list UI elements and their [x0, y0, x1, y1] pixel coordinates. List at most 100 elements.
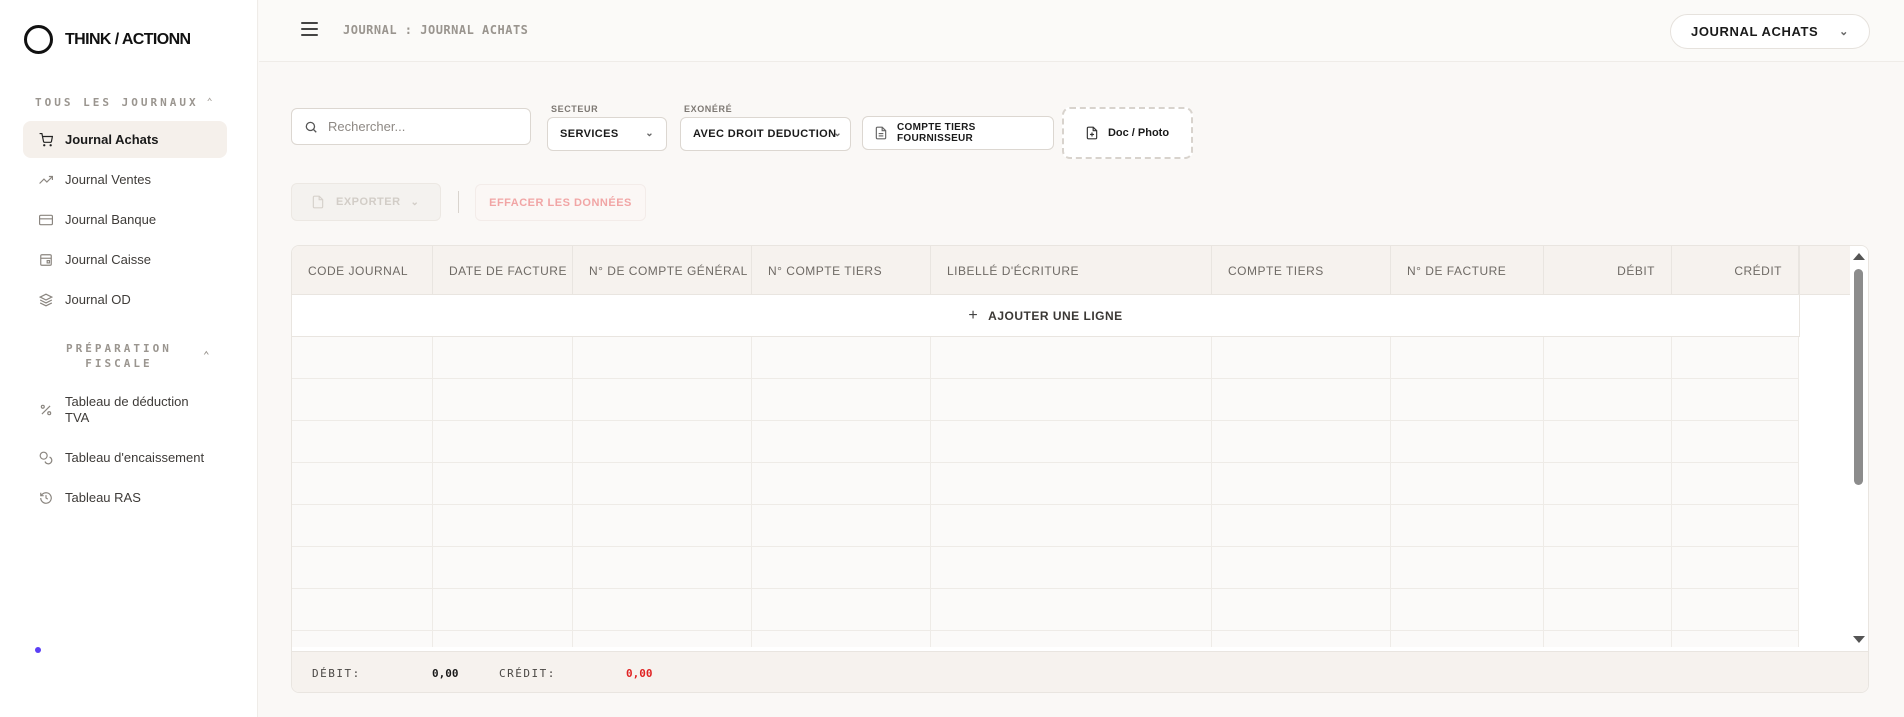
table-cell[interactable] [1391, 379, 1544, 421]
table-cell[interactable] [1391, 421, 1544, 463]
table-cell[interactable] [573, 463, 752, 505]
table-cell[interactable] [573, 589, 752, 631]
table-cell[interactable] [931, 547, 1212, 589]
column-header-date-facture[interactable]: DATE DE FACTURE [433, 246, 573, 295]
table-cell[interactable] [931, 463, 1212, 505]
table-cell[interactable] [1544, 463, 1672, 505]
table-cell[interactable] [1212, 463, 1391, 505]
table-cell[interactable] [1672, 631, 1799, 647]
table-cell[interactable] [292, 463, 433, 505]
table-cell[interactable] [433, 505, 573, 547]
table-cell[interactable] [931, 379, 1212, 421]
table-cell[interactable] [292, 547, 433, 589]
table-cell[interactable] [752, 631, 931, 647]
table-cell[interactable] [1672, 505, 1799, 547]
table-cell[interactable] [1672, 547, 1799, 589]
table-cell[interactable] [752, 589, 931, 631]
table-cell[interactable] [292, 337, 433, 379]
sidebar-item-journal-ventes[interactable]: Journal Ventes [23, 161, 227, 198]
table-cell[interactable] [752, 337, 931, 379]
table-cell[interactable] [931, 337, 1212, 379]
table-cell[interactable] [1391, 505, 1544, 547]
section-all-journals[interactable]: TOUS LES JOURNAUX ⌃ [35, 96, 213, 109]
column-header-compte-general[interactable]: N° DE COMPTE GÉNÉRAL [573, 246, 752, 295]
table-cell[interactable] [573, 421, 752, 463]
column-header-compte-tiers-num[interactable]: N° COMPTE TIERS [752, 246, 931, 295]
table-cell[interactable] [1544, 505, 1672, 547]
sidebar-item-tableau-ras[interactable]: Tableau RAS [23, 479, 227, 516]
table-cell[interactable] [1544, 589, 1672, 631]
table-cell[interactable] [1544, 631, 1672, 647]
table-cell[interactable] [433, 421, 573, 463]
sidebar-item-tableau-encaissement[interactable]: Tableau d'encaissement [23, 439, 227, 476]
table-cell[interactable] [573, 379, 752, 421]
table-cell[interactable] [1212, 337, 1391, 379]
table-cell[interactable] [1212, 547, 1391, 589]
table-cell[interactable] [573, 337, 752, 379]
table-cell[interactable] [433, 337, 573, 379]
clear-data-button[interactable]: EFFACER LES DONNÉES [475, 184, 646, 221]
column-header-num-facture[interactable]: N° DE FACTURE [1391, 246, 1544, 295]
table-cell[interactable] [292, 379, 433, 421]
table-cell[interactable] [573, 631, 752, 647]
table-cell[interactable] [1212, 421, 1391, 463]
doc-photo-button[interactable]: Doc / Photo [1062, 107, 1193, 159]
table-cell[interactable] [1212, 589, 1391, 631]
table-cell[interactable] [1544, 547, 1672, 589]
table-cell[interactable] [292, 421, 433, 463]
table-cell[interactable] [292, 505, 433, 547]
table-cell[interactable] [1544, 379, 1672, 421]
table-cell[interactable] [752, 505, 931, 547]
table-cell[interactable] [292, 589, 433, 631]
journal-select[interactable]: JOURNAL ACHATS ⌄ [1670, 14, 1870, 49]
column-header-compte-tiers[interactable]: COMPTE TIERS [1212, 246, 1391, 295]
table-cell[interactable] [752, 379, 931, 421]
table-cell[interactable] [1391, 589, 1544, 631]
table-cell[interactable] [573, 505, 752, 547]
table-cell[interactable] [1672, 337, 1799, 379]
table-cell[interactable] [1212, 379, 1391, 421]
scrollbar-thumb[interactable] [1854, 269, 1863, 485]
brand-logo[interactable]: THINK / ACTIONN [24, 25, 191, 54]
add-row-button[interactable]: + AJOUTER UNE LIGNE [292, 295, 1799, 337]
table-cell[interactable] [1212, 631, 1391, 647]
vertical-scrollbar[interactable] [1850, 246, 1868, 649]
table-cell[interactable] [433, 463, 573, 505]
scroll-up-arrow-icon[interactable] [1853, 253, 1865, 260]
table-cell[interactable] [1391, 337, 1544, 379]
table-cell[interactable] [292, 631, 433, 647]
table-cell[interactable] [573, 547, 752, 589]
table-cell[interactable] [433, 547, 573, 589]
exonere-select[interactable]: AVEC DROIT DEDUCTION ⌄ [680, 117, 851, 151]
table-cell[interactable] [931, 421, 1212, 463]
table-cell[interactable] [752, 463, 931, 505]
table-cell[interactable] [1672, 421, 1799, 463]
secteur-select[interactable]: SERVICES ⌄ [547, 117, 667, 151]
scroll-down-arrow-icon[interactable] [1853, 636, 1865, 643]
sidebar-item-journal-banque[interactable]: Journal Banque [23, 201, 227, 238]
table-cell[interactable] [1391, 547, 1544, 589]
table-cell[interactable] [1391, 463, 1544, 505]
export-button[interactable]: EXPORTER ⌄ [291, 183, 441, 221]
section-fiscal-prep[interactable]: PRÉPARATION FISCALE [66, 341, 172, 371]
column-header-credit[interactable]: CRÉDIT [1672, 246, 1799, 295]
table-cell[interactable] [1672, 379, 1799, 421]
sidebar-item-tableau-tva[interactable]: Tableau de déduction TVA [23, 390, 227, 430]
table-cell[interactable] [433, 631, 573, 647]
table-cell[interactable] [1672, 589, 1799, 631]
chevron-up-icon[interactable]: ⌃ [203, 349, 210, 362]
table-cell[interactable] [752, 421, 931, 463]
table-cell[interactable] [1544, 421, 1672, 463]
column-header-debit[interactable]: DÉBIT [1544, 246, 1672, 295]
table-cell[interactable] [1544, 337, 1672, 379]
table-cell[interactable] [931, 505, 1212, 547]
search-box[interactable] [291, 108, 531, 145]
column-header-libelle[interactable]: LIBELLÉ D'ÉCRITURE [931, 246, 1212, 295]
sidebar-item-journal-achats[interactable]: Journal Achats [23, 121, 227, 158]
table-cell[interactable] [433, 379, 573, 421]
table-cell[interactable] [931, 631, 1212, 647]
column-header-code-journal[interactable]: CODE JOURNAL [292, 246, 433, 295]
table-cell[interactable] [1391, 631, 1544, 647]
table-cell[interactable] [1212, 505, 1391, 547]
sidebar-item-journal-od[interactable]: Journal OD [23, 281, 227, 318]
